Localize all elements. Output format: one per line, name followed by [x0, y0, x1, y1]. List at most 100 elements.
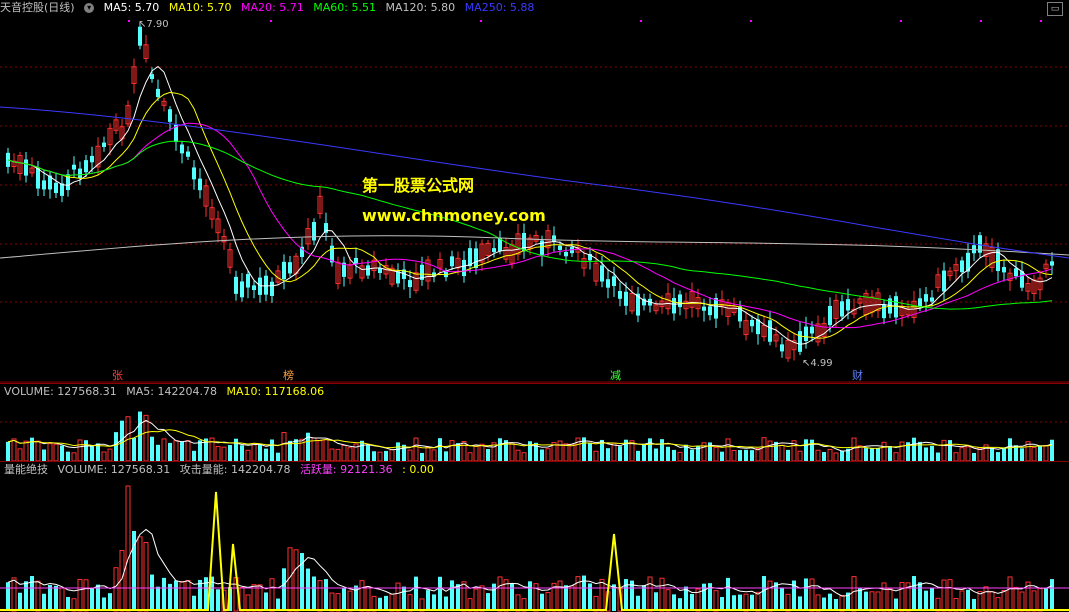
volume-bar	[281, 432, 287, 462]
volume-bar	[521, 452, 527, 462]
candle-body	[600, 265, 604, 282]
indicator-bar	[642, 585, 646, 611]
indicator-bar	[1019, 591, 1025, 612]
active-volume-value: 活跃量: 92121.36	[299, 463, 393, 476]
indicator-chart-pane[interactable]: 量能绝技 VOLUME: 127568.31 攻击量能: 142204.78 活…	[0, 461, 1069, 612]
volume-chart-pane[interactable]: VOLUME: 127568.31 MA5: 142204.78 MA10: 1…	[0, 383, 1069, 462]
event-marker-cai[interactable]: 财	[852, 367, 863, 383]
volume-bar	[180, 441, 184, 461]
stock-title: 天音控股(日线)	[0, 1, 75, 14]
indicator-bar	[738, 594, 742, 611]
volume-bar	[750, 450, 754, 461]
indicator-bar	[264, 592, 268, 611]
event-marker-bang[interactable]: 榜	[283, 367, 294, 383]
indicator-bar	[995, 597, 1001, 612]
indicator-bar	[11, 577, 17, 612]
indicator-bar	[599, 578, 605, 612]
candle-body	[270, 281, 274, 296]
volume-bar	[473, 445, 479, 462]
indicator-bar	[156, 586, 160, 611]
volume-bar	[767, 440, 773, 462]
price-chart-pane[interactable]: 天音控股(日线) ▾ MA5: 5.70 MA10: 5.70 MA20: 5.…	[0, 0, 1069, 383]
candle-body	[612, 276, 616, 286]
indicator-bar	[48, 585, 52, 611]
candlestick-chart	[0, 20, 1069, 383]
indicator-bar	[809, 578, 815, 612]
candle-body	[618, 291, 622, 299]
indicator-bar	[77, 578, 83, 612]
indicator-bar	[1007, 576, 1013, 612]
candle-body	[234, 276, 238, 294]
volume-bar	[161, 438, 167, 462]
candle-body	[564, 251, 568, 257]
indicator-bar	[438, 576, 442, 611]
indicator-bar	[762, 576, 766, 611]
watermark-title: 第一股票公式网	[362, 176, 475, 195]
candle-body	[252, 285, 256, 291]
volume-bar	[569, 443, 575, 462]
indicator-legend: 量能绝技 VOLUME: 127568.31 攻击量能: 142204.78 活…	[4, 462, 440, 478]
candle-body	[798, 331, 802, 352]
volume-bar	[833, 452, 839, 462]
volume-bar	[509, 442, 515, 462]
high-price-value: 7.90	[146, 19, 169, 30]
volume-bar	[713, 446, 719, 462]
indicator-bar	[42, 593, 46, 611]
indicator-bar	[402, 586, 406, 611]
volume-legend: VOLUME: 127568.31 MA5: 142204.78 MA10: 1…	[4, 384, 330, 400]
volume-bar	[996, 452, 1000, 461]
volume-bar	[90, 445, 94, 461]
indicator-bar	[444, 596, 448, 611]
volume-ma5-value: MA5: 142204.78	[126, 385, 217, 398]
indicator-bar	[125, 485, 131, 612]
indicator-bar	[174, 580, 178, 611]
indicator-bar	[875, 591, 881, 612]
indicator-bar	[59, 587, 65, 612]
candle-body	[72, 164, 76, 170]
candle-body	[288, 262, 292, 274]
volume-bar	[11, 438, 17, 462]
candle-body	[840, 301, 844, 317]
candle-body	[396, 271, 400, 284]
indicator-bar	[815, 594, 821, 612]
volume-bar	[677, 451, 683, 462]
indicator-bar	[143, 542, 149, 612]
candle-body	[492, 248, 496, 253]
indicator-bar	[473, 588, 479, 612]
volume-bar	[870, 448, 874, 461]
candle-body	[36, 167, 40, 189]
ma5-value: MA5: 5.70	[103, 1, 160, 14]
indicator-bar	[179, 580, 185, 612]
volume-bar	[168, 442, 172, 461]
event-marker-jian[interactable]: 减	[610, 367, 621, 383]
candle-body	[552, 235, 556, 242]
volume-bar	[366, 444, 370, 461]
volume-bar	[479, 443, 485, 462]
volume-bar	[347, 447, 353, 462]
indicator-bar	[317, 580, 323, 612]
indicator-bar	[395, 582, 401, 612]
indicator-bar	[1001, 590, 1007, 612]
volume-bar	[881, 441, 887, 462]
indicator-bar	[918, 582, 922, 611]
candle-body	[90, 155, 94, 163]
indicator-bar	[593, 595, 599, 612]
signal-dot	[128, 20, 130, 22]
indicator-bar	[839, 594, 845, 612]
indicator-bar	[1013, 586, 1019, 612]
volume-bar	[744, 449, 748, 461]
volume-bar	[42, 449, 46, 461]
settings-toggle-icon[interactable]: ▾	[84, 3, 95, 13]
candle-body	[672, 298, 676, 314]
volume-bar	[107, 448, 113, 462]
volume-ma10-value: MA10: 117168.06	[226, 385, 325, 398]
indicator-bar	[864, 591, 868, 611]
indicator-bar	[545, 592, 551, 612]
volume-bar	[258, 443, 262, 461]
volume-bar	[360, 440, 364, 461]
volume-bar	[528, 441, 532, 461]
volume-bar	[420, 452, 424, 461]
indicator-bar	[486, 593, 490, 611]
indicator-bar	[743, 593, 749, 612]
event-marker-zhang[interactable]: 张	[112, 367, 123, 383]
